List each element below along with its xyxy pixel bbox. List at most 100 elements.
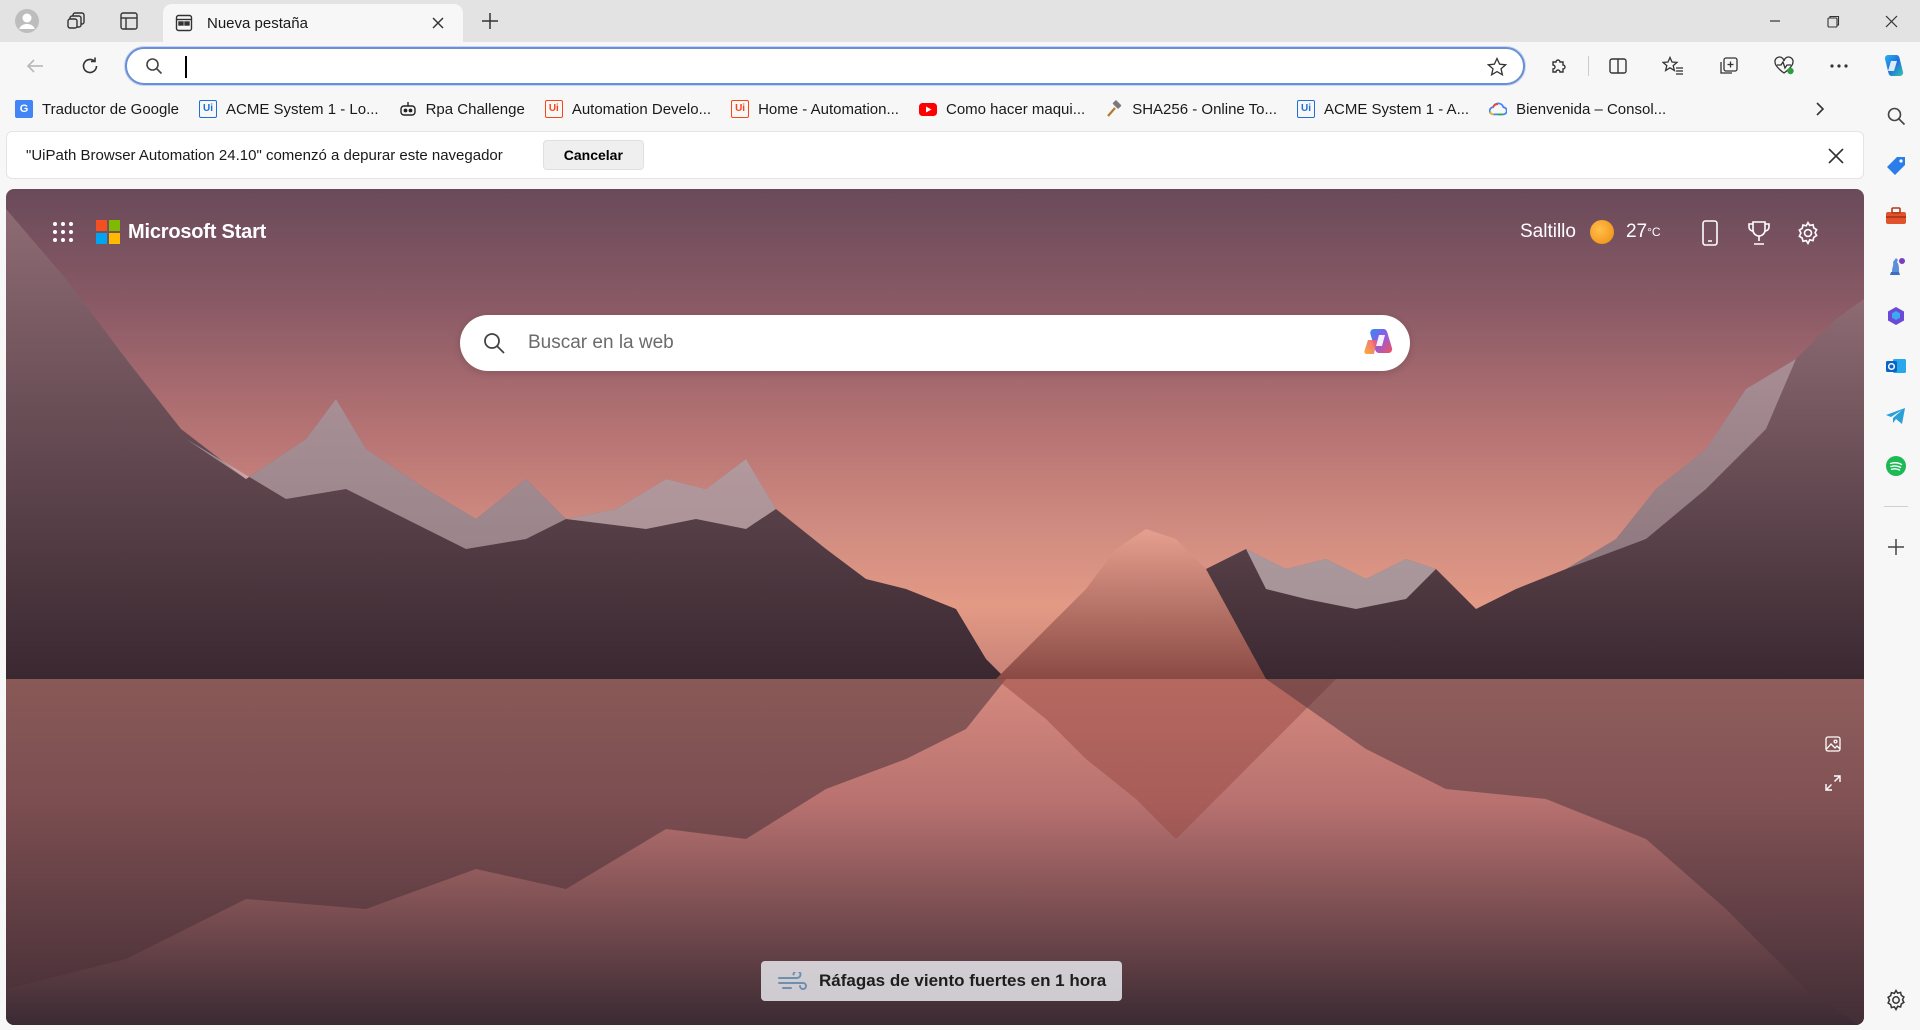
settings-icon	[1887, 989, 1905, 1011]
favorite-label: ACME System 1 - A...	[1324, 100, 1470, 118]
copilot-search-button[interactable]	[1362, 324, 1400, 362]
telegram-icon	[1886, 408, 1905, 424]
sidebar-spotify-button[interactable]	[1879, 449, 1913, 483]
favorite-label: Home - Automation...	[758, 100, 899, 118]
address-input[interactable]	[183, 55, 1383, 79]
tab-strip: Nueva pestaña	[0, 0, 1920, 42]
favorite-rpa-challenge[interactable]: Rpa Challenge	[397, 94, 533, 124]
uipath-icon: Ui	[1297, 100, 1316, 118]
web-search-input[interactable]	[528, 329, 1288, 357]
toolbar	[0, 42, 1920, 90]
settings-icon	[1798, 221, 1818, 245]
tab-actions-button[interactable]	[110, 6, 148, 36]
favorite-label: Como hacer maqui...	[945, 100, 1086, 118]
star-icon	[1486, 56, 1508, 77]
trophy-icon	[1748, 221, 1770, 245]
workspaces-icon	[67, 12, 85, 29]
favorite-acme-login[interactable]: Ui ACME System 1 - Lo...	[197, 94, 387, 124]
tab-close-button[interactable]	[425, 10, 451, 36]
refresh-icon	[82, 57, 98, 74]
favorites-bar: G Traductor de Google Ui ACME System 1 -…	[0, 90, 1860, 128]
youtube-icon	[918, 100, 937, 118]
weather-unit: °C	[1647, 225, 1661, 239]
favorites-overflow-button[interactable]	[1805, 96, 1835, 122]
apps-launcher-button[interactable]	[48, 217, 78, 247]
copilot-button[interactable]	[1874, 49, 1912, 83]
favorite-automation-developer[interactable]: Ui Automation Develo...	[543, 94, 719, 124]
tag-icon	[1887, 157, 1905, 175]
favorite-label: Traductor de Google	[42, 100, 180, 118]
brand-name: Microsoft Start	[128, 220, 267, 243]
sidebar-shopping-button[interactable]	[1879, 149, 1913, 183]
mobile-app-button[interactable]	[1694, 217, 1726, 249]
favorite-star-button[interactable]	[1486, 56, 1508, 82]
favorite-traductor[interactable]: G Traductor de Google	[13, 94, 187, 124]
toolbox-icon	[1886, 207, 1906, 224]
logo-square	[109, 233, 120, 244]
copilot-icon	[1364, 329, 1393, 354]
toolbar-divider	[1588, 56, 1589, 76]
favorite-home-automation[interactable]: Ui Home - Automation...	[729, 94, 907, 124]
favorite-acme-a[interactable]: Ui ACME System 1 - A...	[1295, 94, 1477, 124]
split-screen-button[interactable]	[1600, 49, 1636, 83]
image-icon	[1825, 736, 1841, 752]
profile-icon	[15, 9, 39, 33]
refresh-button[interactable]	[72, 49, 108, 83]
sidebar-tools-button[interactable]	[1879, 199, 1913, 233]
weather-city: Saltillo	[1520, 221, 1576, 242]
sidebar-search-button[interactable]	[1879, 99, 1913, 133]
search-icon	[1887, 107, 1906, 126]
sidebar-add-button[interactable]	[1879, 530, 1913, 564]
weather-alert-text: Ráfagas de viento fuertes en 1 hora	[819, 971, 1107, 990]
text-caret	[185, 56, 187, 78]
maximize-button[interactable]	[1803, 0, 1863, 42]
expand-icon	[1825, 775, 1841, 791]
web-search-box[interactable]	[460, 315, 1410, 371]
wind-icon	[778, 972, 807, 990]
more-icon	[1830, 64, 1848, 68]
browser-essentials-button[interactable]	[1766, 49, 1802, 83]
profile-button[interactable]	[8, 6, 46, 36]
google-translate-icon: G	[15, 100, 33, 118]
more-options-button[interactable]	[1821, 49, 1857, 83]
address-bar[interactable]	[125, 47, 1525, 85]
favorite-google-cloud[interactable]: Bienvenida – Consol...	[1487, 94, 1674, 124]
background-image-info-button[interactable]	[1820, 731, 1846, 757]
workspaces-button[interactable]	[58, 6, 96, 36]
sidebar-divider	[1884, 506, 1908, 507]
back-button[interactable]	[17, 49, 53, 83]
chess-icon	[1890, 258, 1905, 275]
sidebar-telegram-button[interactable]	[1879, 399, 1913, 433]
cancel-button[interactable]: Cancelar	[542, 140, 644, 170]
rewards-button[interactable]	[1743, 217, 1775, 249]
outlook-icon	[1886, 359, 1906, 373]
extensions-button[interactable]	[1541, 49, 1577, 83]
heart-pulse-icon	[1774, 56, 1794, 75]
microsoft-start-brand[interactable]: Microsoft Start	[96, 217, 266, 247]
favorite-sha256[interactable]: SHA256 - Online To...	[1103, 94, 1285, 124]
expand-background-button[interactable]	[1820, 770, 1846, 796]
uipath-icon: Ui	[544, 100, 563, 118]
infobar-close-button[interactable]	[1823, 143, 1849, 169]
favorite-label: SHA256 - Online To...	[1132, 100, 1278, 118]
new-tab-button[interactable]	[472, 6, 508, 36]
tab-nueva-pestana[interactable]: Nueva pestaña	[163, 4, 463, 42]
weather-widget[interactable]: Saltillo 27 °C	[1520, 217, 1661, 247]
favorite-youtube[interactable]: Como hacer maqui...	[917, 94, 1093, 124]
robot-icon	[399, 100, 417, 118]
sidebar-outlook-button[interactable]	[1879, 349, 1913, 383]
close-icon	[1828, 148, 1844, 164]
close-window-button[interactable]	[1861, 0, 1920, 42]
copilot-apps-icon	[1888, 307, 1904, 325]
page-settings-button[interactable]	[1792, 217, 1824, 249]
minimize-button[interactable]	[1745, 0, 1805, 42]
sidebar-settings-button[interactable]	[1879, 983, 1913, 1017]
weather-temperature: 27	[1625, 221, 1648, 242]
favorites-button[interactable]	[1655, 49, 1691, 83]
sidebar-m365-button[interactable]	[1879, 299, 1913, 333]
sunny-icon	[1589, 220, 1614, 244]
collections-button[interactable]	[1711, 49, 1747, 83]
sidebar-games-button[interactable]	[1879, 249, 1913, 283]
spotify-icon	[1886, 456, 1906, 476]
weather-alert-banner[interactable]: Ráfagas de viento fuertes en 1 hora	[761, 961, 1123, 1001]
